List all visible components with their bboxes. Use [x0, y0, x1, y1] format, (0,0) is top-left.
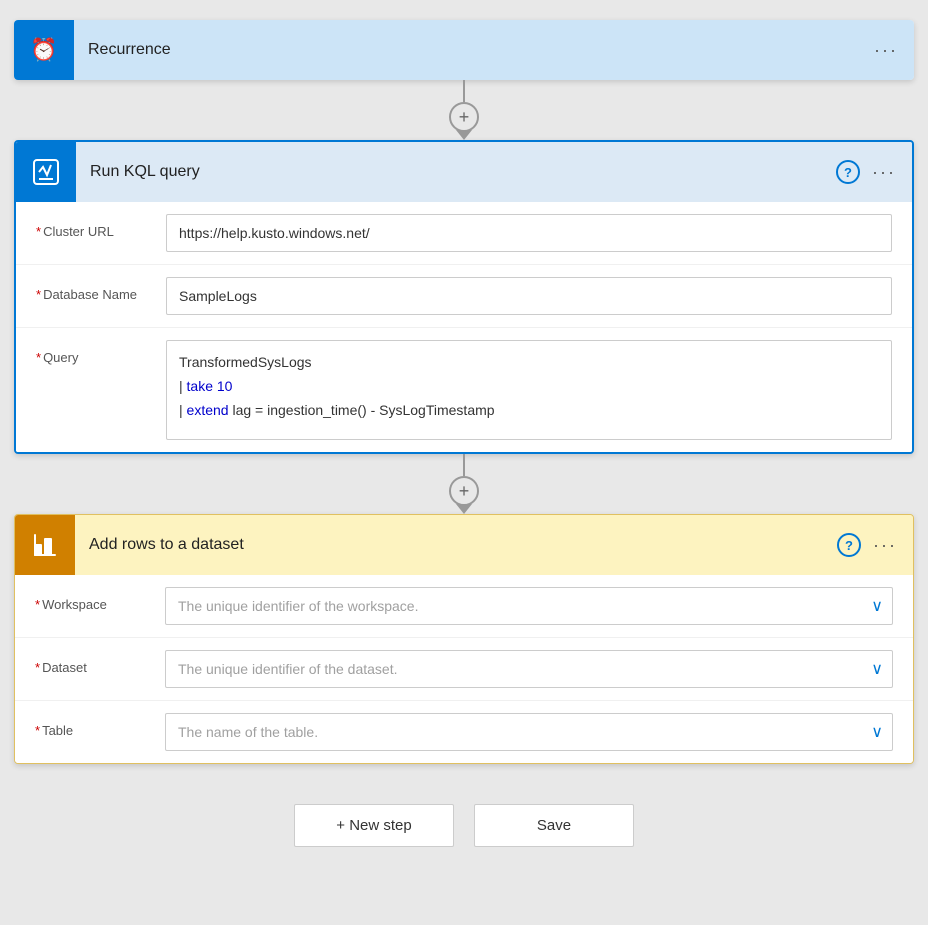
dataset-help-button[interactable]: ? [837, 533, 861, 557]
database-name-label: *Database Name [36, 277, 166, 302]
clock-icon: ⏰ [30, 37, 57, 63]
required-star-5: * [35, 660, 40, 675]
recurrence-icon-bg: ⏰ [14, 20, 74, 80]
query-input[interactable]: TransformedSysLogs | take 10 | extend la… [166, 340, 892, 440]
pipe-2: | [179, 402, 187, 418]
new-step-button[interactable]: + New step [294, 804, 454, 847]
save-button[interactable]: Save [474, 804, 634, 847]
cluster-url-label: *Cluster URL [36, 214, 166, 239]
dataset-dropdown-wrapper: The unique identifier of the dataset. ∨ [165, 650, 893, 688]
table-chevron-icon: ∨ [871, 722, 883, 742]
dataset-icon [30, 530, 60, 560]
table-dropdown[interactable]: The name of the table. [165, 713, 893, 751]
workspace-dropdown-wrapper: The unique identifier of the workspace. … [165, 587, 893, 625]
table-label: *Table [35, 713, 165, 738]
dataset-field: *Dataset The unique identifier of the da… [15, 638, 913, 701]
kql-card: Run KQL query ? ··· *Cluster URL *Databa… [14, 140, 914, 454]
dataset-title: Add rows to a dataset [75, 536, 837, 554]
database-name-input[interactable] [166, 277, 892, 315]
dataset-dropdown[interactable]: The unique identifier of the dataset. [165, 650, 893, 688]
kql-icon-bg [16, 142, 76, 202]
query-line-3: | extend lag = ingestion_time() - SysLog… [179, 399, 879, 423]
dataset-icon-bg [15, 515, 75, 575]
required-star-2: * [36, 287, 41, 302]
add-step-button-1[interactable]: + [449, 102, 479, 132]
dataset-card: Add rows to a dataset ? ··· *Workspace T… [14, 514, 914, 764]
lag-var: lag = ingestion_time() - SysLogTimestamp [232, 402, 494, 418]
kql-actions: ? ··· [836, 160, 912, 184]
cluster-url-input[interactable] [166, 214, 892, 252]
dataset-actions: ? ··· [837, 533, 913, 557]
query-line-2: | take 10 [179, 375, 879, 399]
query-field: *Query TransformedSysLogs | take 10 | ex… [16, 328, 912, 452]
extend-keyword: extend [187, 402, 233, 418]
connector-2: + [449, 454, 479, 514]
take-keyword: take [187, 378, 217, 394]
required-star-4: * [35, 597, 40, 612]
kql-icon [31, 157, 61, 187]
take-number: 10 [217, 378, 233, 394]
kql-more-button[interactable]: ··· [872, 163, 896, 181]
dataset-label: *Dataset [35, 650, 165, 675]
flow-container: ⏰ Recurrence ··· + Run KQL query ? [0, 20, 928, 847]
recurrence-card: ⏰ Recurrence ··· [14, 20, 914, 80]
table-field: *Table The name of the table. ∨ [15, 701, 913, 763]
workspace-chevron-icon: ∨ [871, 596, 883, 616]
database-name-field: *Database Name [16, 265, 912, 328]
add-step-button-2[interactable]: + [449, 476, 479, 506]
connector-line-1 [463, 80, 465, 102]
dataset-more-button[interactable]: ··· [873, 536, 897, 554]
connector-line-2 [463, 454, 465, 476]
dataset-chevron-icon: ∨ [871, 659, 883, 679]
pipe-1: | [179, 378, 187, 394]
dataset-header: Add rows to a dataset ? ··· [15, 515, 913, 575]
recurrence-actions: ··· [874, 41, 914, 59]
workspace-field: *Workspace The unique identifier of the … [15, 575, 913, 638]
connector-1: + [449, 80, 479, 140]
table-placeholder: The name of the table. [178, 724, 318, 740]
dataset-placeholder: The unique identifier of the dataset. [178, 661, 397, 677]
kql-body: *Cluster URL *Database Name *Query Trans… [16, 202, 912, 452]
required-star-6: * [35, 723, 40, 738]
kql-title: Run KQL query [76, 163, 836, 181]
kql-help-button[interactable]: ? [836, 160, 860, 184]
required-star-3: * [36, 350, 41, 365]
recurrence-header: ⏰ Recurrence ··· [14, 20, 914, 80]
workspace-label: *Workspace [35, 587, 165, 612]
kql-header: Run KQL query ? ··· [16, 142, 912, 202]
recurrence-more-button[interactable]: ··· [874, 41, 898, 59]
cluster-url-field: *Cluster URL [16, 202, 912, 265]
table-dropdown-wrapper: The name of the table. ∨ [165, 713, 893, 751]
bottom-bar: + New step Save [14, 804, 914, 847]
recurrence-title: Recurrence [74, 41, 874, 59]
dataset-body: *Workspace The unique identifier of the … [15, 575, 913, 763]
required-star: * [36, 224, 41, 239]
query-line-1: TransformedSysLogs [179, 351, 879, 375]
workspace-placeholder: The unique identifier of the workspace. [178, 598, 418, 614]
workspace-dropdown[interactable]: The unique identifier of the workspace. [165, 587, 893, 625]
query-label: *Query [36, 340, 166, 365]
